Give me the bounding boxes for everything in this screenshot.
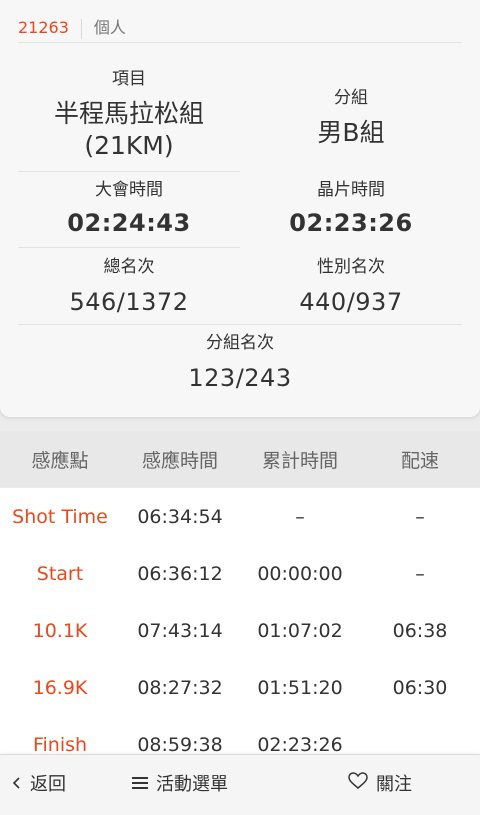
overall-rank-label: 總名次 — [103, 257, 155, 277]
checkpoint-time: 06:36:12 — [137, 562, 223, 585]
elapsed-time: 00:00:00 — [257, 562, 343, 585]
elapsed-time: 01:51:20 — [257, 676, 343, 699]
table-row: Shot Time 06:34:54 – – — [0, 488, 480, 546]
chip-time-label: 晶片時間 — [317, 180, 385, 200]
divider — [18, 324, 462, 325]
checkpoint-name: Start — [36, 562, 84, 585]
table-row: Start 06:36:12 00:00:00 – — [0, 545, 480, 603]
back-button[interactable]: 返回 — [12, 755, 66, 815]
event-cell: 項目 半程馬拉松組 (21KM) — [18, 68, 240, 162]
group-rank-cell: 分組名次 123/243 — [18, 332, 462, 394]
column-header-pace: 配速 — [400, 449, 439, 472]
event-name-line2: (21KM) — [84, 131, 174, 160]
bib-header: 21263 個人 — [18, 14, 462, 43]
group-cell: 分組 男B組 — [240, 87, 462, 149]
group-value: 男B組 — [317, 118, 385, 147]
group-label: 分組 — [334, 88, 368, 108]
overall-rank-value: 546/1372 — [69, 288, 189, 316]
checkpoint-time: 08:59:38 — [137, 733, 223, 756]
gender-rank-cell: 性別名次 440/937 — [240, 256, 462, 318]
participant-type: 個人 — [93, 18, 126, 37]
checkpoint-time: 08:27:32 — [137, 676, 223, 699]
checkpoint-time: 06:34:54 — [137, 505, 223, 528]
pace: 06:38 — [392, 619, 448, 642]
chevron-left-icon — [12, 755, 22, 815]
chip-time-value: 02:23:26 — [289, 209, 413, 237]
bottom-toolbar: 返回 活動選單 關注 — [0, 754, 480, 815]
pace: 06:30 — [392, 676, 448, 699]
pace: – — [415, 562, 425, 585]
column-header-time: 感應時間 — [141, 449, 218, 472]
column-header-elapsed: 累計時間 — [261, 449, 338, 472]
chip-time-cell: 晶片時間 02:23:26 — [240, 179, 462, 239]
result-summary-card: 21263 個人 項目 半程馬拉松組 (21KM) 分組 男B組 大會時間 02:… — [0, 0, 480, 417]
checkpoint-name: Shot Time — [12, 505, 108, 528]
follow-label: 關注 — [376, 774, 412, 795]
divider — [18, 171, 240, 172]
divider — [18, 247, 240, 248]
gender-rank-value: 440/937 — [299, 288, 403, 316]
elapsed-time: – — [295, 505, 305, 528]
split-table-header: 感應點 感應時間 累計時間 配速 — [0, 431, 480, 487]
checkpoint-name: 16.9K — [32, 676, 88, 699]
back-label: 返回 — [30, 774, 66, 795]
bib-number: 21263 — [18, 18, 69, 37]
group-rank-label: 分組名次 — [206, 333, 274, 353]
gender-rank-label: 性別名次 — [317, 257, 385, 277]
gun-time-cell: 大會時間 02:24:43 — [18, 179, 240, 239]
gun-time-value: 02:24:43 — [67, 209, 191, 237]
checkpoint-time: 07:43:14 — [137, 619, 223, 642]
event-name-line1: 半程馬拉松組 — [53, 99, 204, 128]
header-divider — [80, 18, 82, 39]
activity-menu-label: 活動選單 — [156, 774, 228, 795]
menu-icon — [132, 755, 148, 815]
checkpoint-name: Finish — [32, 733, 88, 756]
activity-menu-button[interactable]: 活動選單 — [132, 755, 228, 815]
overall-rank-cell: 總名次 546/1372 — [18, 256, 240, 318]
table-row: 16.9K 08:27:32 01:51:20 06:30 — [0, 659, 480, 717]
group-rank-value: 123/243 — [188, 364, 292, 392]
elapsed-time: 02:23:26 — [257, 733, 343, 756]
column-header-checkpoint: 感應點 — [31, 449, 89, 472]
table-row: 10.1K 07:43:14 01:07:02 06:38 — [0, 602, 480, 660]
heart-icon — [348, 755, 368, 815]
event-label: 項目 — [112, 69, 146, 89]
pace: – — [415, 505, 425, 528]
elapsed-time: 01:07:02 — [257, 619, 343, 642]
gun-time-label: 大會時間 — [95, 180, 163, 200]
checkpoint-name: 10.1K — [32, 619, 88, 642]
follow-button[interactable]: 關注 — [348, 755, 412, 815]
